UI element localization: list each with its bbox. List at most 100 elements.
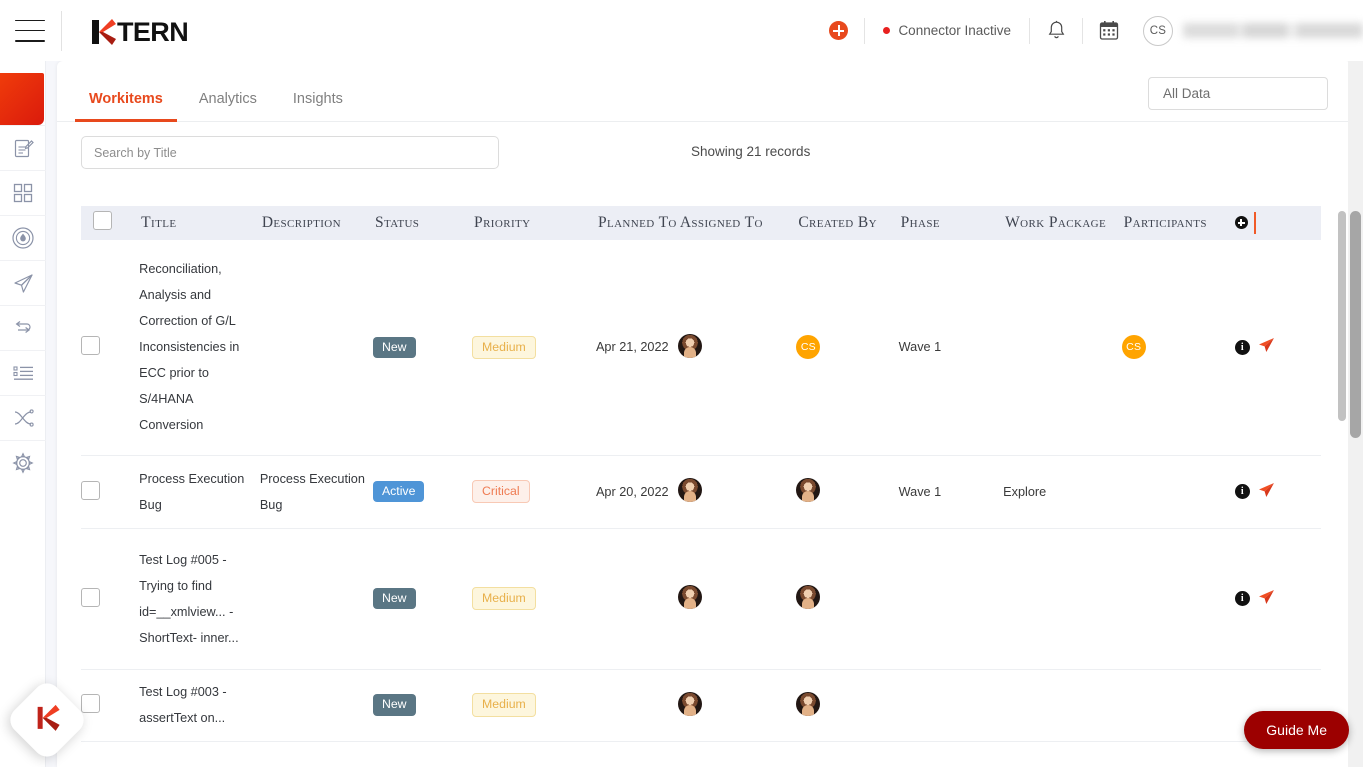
sidebar-item-shuffle[interactable]	[0, 395, 46, 440]
connector-status[interactable]: Connector Inactive	[865, 23, 1029, 38]
paper-plane-icon	[13, 273, 34, 294]
column-header-planned-to[interactable]: Planned To	[595, 206, 678, 240]
cell-work-package	[1003, 528, 1122, 670]
document-edit-icon	[13, 138, 34, 159]
table-row[interactable]: Test Log #005 - Trying to find id=__xmlv…	[81, 528, 1321, 670]
add-column-icon[interactable]	[1234, 216, 1248, 230]
bell-icon[interactable]	[1030, 0, 1082, 61]
avatar: CS	[1121, 335, 1146, 360]
column-header-created-by[interactable]: Created By	[796, 206, 899, 240]
gear-icon	[12, 452, 34, 474]
row-checkbox[interactable]	[81, 480, 100, 500]
column-header-description[interactable]: Description	[259, 206, 373, 240]
cell-assigned-to	[677, 455, 797, 529]
row-checkbox[interactable]	[81, 587, 100, 607]
avatar	[677, 478, 702, 502]
cell-description	[259, 240, 373, 456]
avatar	[677, 333, 702, 358]
select-all-checkbox[interactable]	[93, 211, 112, 230]
priority-badge: Medium	[472, 335, 536, 359]
column-label: Planned To	[597, 214, 677, 231]
sidebar-item-notes[interactable]	[0, 125, 46, 170]
avatar: CS	[1143, 15, 1173, 46]
priority-badge: Medium	[472, 586, 536, 611]
send-icon[interactable]	[1258, 337, 1275, 357]
column-label: Assigned To	[679, 214, 763, 231]
column-label: Phase	[900, 214, 941, 231]
flame-circle-icon	[11, 226, 35, 250]
cell-status: New	[372, 528, 473, 670]
username-redacted	[1183, 23, 1363, 38]
hamburger-icon[interactable]	[15, 19, 45, 42]
column-header-phase[interactable]: Phase	[898, 206, 1004, 240]
header-divider	[61, 10, 62, 51]
cell-description: Process Execution Bug	[259, 455, 373, 529]
cell-created-by: CS	[796, 240, 899, 456]
sidebar-item-settings[interactable]	[0, 440, 46, 485]
add-icon[interactable]	[829, 21, 849, 40]
table-row[interactable]: Test Log #003 - assertText on... New Med…	[81, 669, 1321, 742]
column-label: Title	[141, 214, 177, 231]
planned-to-text: Apr 21, 2022	[595, 340, 669, 355]
status-badge: New	[372, 587, 416, 610]
column-header-assigned-to[interactable]: Assigned To	[677, 206, 797, 240]
sidebar-item-digital-map[interactable]	[0, 215, 46, 260]
row-checkbox[interactable]	[81, 336, 100, 356]
guide-me-label: Guide Me	[1266, 722, 1327, 738]
data-filter-dropdown[interactable]: All Data	[1148, 77, 1328, 110]
cell-planned-to: Apr 20, 2022	[595, 455, 678, 529]
cell-phase	[898, 528, 1004, 670]
cell-assigned-to	[677, 669, 797, 742]
column-header-priority[interactable]: Priority	[472, 206, 596, 240]
cell-phase: Wave 1	[898, 240, 1004, 456]
tab-workitems[interactable]: Workitems	[75, 91, 177, 122]
brand-logo: TERN	[90, 16, 189, 46]
info-icon[interactable]: i	[1234, 339, 1250, 355]
column-header-participants[interactable]: Participants	[1121, 206, 1235, 240]
send-icon[interactable]	[1258, 482, 1275, 502]
search-input[interactable]	[81, 136, 499, 169]
column-header-title[interactable]: Title	[139, 206, 260, 240]
table-scrollbar-thumb[interactable]	[1338, 211, 1346, 421]
guide-me-button[interactable]: Guide Me	[1244, 711, 1349, 749]
column-header-work-package[interactable]: Work Package	[1003, 206, 1122, 240]
avatar	[796, 478, 821, 502]
phase-text: Wave 1	[898, 484, 942, 499]
table-row[interactable]: Process Execution Bug Process Execution …	[81, 455, 1321, 529]
cell-actions: i	[1234, 240, 1321, 456]
table-row[interactable]: Reconciliation, Analysis and Correction …	[81, 240, 1321, 456]
tab-bar: Workitems Analytics Insights All Data	[57, 61, 1352, 122]
column-resize-handle[interactable]	[1253, 211, 1256, 234]
column-header-add-column[interactable]	[1234, 206, 1321, 240]
work-package-text: Explore	[1003, 484, 1047, 499]
table-header-row: Title Description Status Priority Planne…	[81, 206, 1321, 240]
sidebar-item-workitems[interactable]	[0, 350, 46, 395]
cell-title: Reconciliation, Analysis and Correction …	[139, 240, 260, 456]
cell-planned-to: Apr 21, 2022	[595, 240, 678, 456]
cell-participants	[1121, 669, 1235, 742]
sidebar-item-sync[interactable]	[0, 305, 46, 350]
row-checkbox[interactable]	[81, 694, 100, 713]
workitems-table-container: Title Description Status Priority Planne…	[81, 206, 1321, 767]
column-header-status[interactable]: Status	[372, 206, 473, 240]
sidebar-item-app-tile[interactable]	[0, 73, 44, 125]
info-icon[interactable]: i	[1234, 591, 1250, 606]
info-icon[interactable]: i	[1234, 484, 1250, 499]
cell-planned-to	[595, 669, 678, 742]
sidebar-item-deploy[interactable]	[0, 260, 46, 305]
list-icon	[12, 365, 34, 382]
left-sidebar	[0, 61, 46, 767]
page-scrollbar[interactable]	[1348, 61, 1363, 767]
cell-priority: Medium	[472, 528, 596, 670]
cell-description	[259, 669, 373, 742]
send-icon[interactable]	[1258, 589, 1275, 609]
sidebar-item-dashboard[interactable]	[0, 170, 46, 215]
tab-insights[interactable]: Insights	[293, 91, 343, 121]
calendar-icon[interactable]	[1083, 0, 1135, 61]
page-scrollbar-thumb[interactable]	[1350, 211, 1361, 438]
header-actions: Connector Inactive CS	[829, 0, 1363, 61]
title-text: Test Log #005 - Trying to find id=__xmlv…	[139, 552, 239, 645]
user-profile[interactable]: CS	[1143, 15, 1363, 46]
tab-analytics[interactable]: Analytics	[199, 91, 257, 121]
cell-created-by	[796, 669, 899, 742]
